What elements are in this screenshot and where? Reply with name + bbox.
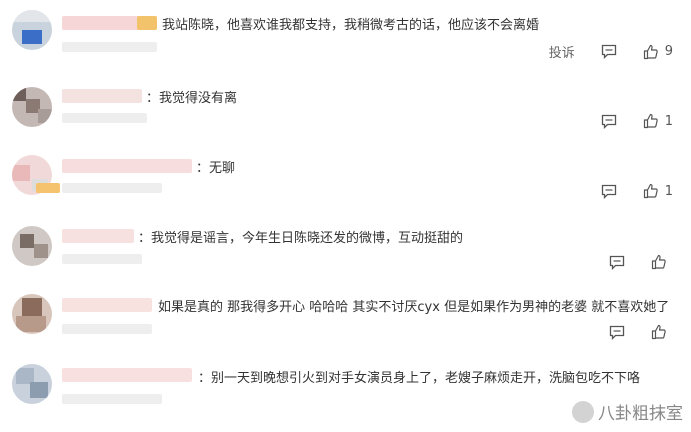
username-blurred[interactable]	[62, 229, 134, 243]
comment-icon	[609, 325, 625, 340]
reply-button[interactable]	[601, 184, 617, 199]
thumbs-up-icon	[643, 44, 658, 59]
comment-icon	[609, 255, 625, 270]
reply-button[interactable]	[609, 325, 625, 340]
reply-button[interactable]	[601, 114, 617, 129]
watermark: 八卦粗抹室	[572, 399, 683, 424]
comment-text: 如果是真的 那我得多开心 哈哈哈 其实不讨厌cyx 但是如果作为男神的老婆 就不…	[158, 300, 670, 315]
username-blurred[interactable]	[62, 368, 192, 382]
comment-icon	[601, 44, 616, 59]
avatar[interactable]	[12, 10, 52, 50]
comment-text: ：我觉得没有离	[146, 91, 238, 106]
like-button[interactable]: 1	[643, 183, 673, 199]
like-count: 9	[664, 44, 673, 59]
meta-blurred	[62, 394, 162, 404]
reply-button[interactable]	[609, 255, 625, 270]
meta-blurred	[62, 183, 162, 193]
reply-button[interactable]	[601, 44, 617, 59]
avatar[interactable]	[12, 364, 52, 404]
comment-text: 我站陈晓，他喜欢谁我都支持，我稍微考古的话，他应该不会离婚	[162, 18, 540, 33]
watermark-text: 八卦粗抹室	[598, 404, 683, 424]
meta-blurred	[62, 113, 147, 123]
meta-blurred	[62, 42, 157, 52]
report-button[interactable]: 投诉	[549, 42, 575, 61]
comment-text: ：别一天到晚想引火到对手女演员身上了，老嫂子麻烦走开，洗脑包吃不下咯	[198, 371, 641, 386]
avatar[interactable]	[12, 87, 52, 127]
thumbs-up-icon	[651, 254, 666, 270]
comment-text: ：我觉得是谣言，今年生日陈晓还发的微博，互动挺甜的	[138, 231, 464, 246]
comment-item: ：我觉得是谣言，今年生日陈晓还发的微博，互动挺甜的	[0, 220, 691, 280]
comment-icon	[601, 114, 616, 129]
badge-blurred	[137, 16, 157, 30]
comment-item: 我站陈晓，他喜欢谁我都支持，我稍微考古的话，他应该不会离婚 投诉 9	[0, 8, 691, 70]
comment-text: ：无聊	[196, 161, 236, 176]
username-blurred[interactable]	[62, 298, 152, 312]
username-blurred[interactable]	[62, 159, 192, 173]
like-button[interactable]	[651, 324, 673, 340]
like-button[interactable]: 9	[643, 44, 673, 60]
thumbs-up-icon	[643, 183, 658, 199]
username-blurred[interactable]	[62, 89, 142, 103]
like-button[interactable]: 1	[643, 113, 673, 129]
comment-item: ：无聊 1	[0, 150, 691, 210]
avatar[interactable]	[12, 294, 52, 334]
watermark-logo-icon	[572, 400, 594, 423]
comment-item: ：我觉得没有离 1	[0, 82, 691, 142]
avatar[interactable]	[12, 226, 52, 266]
like-count: 1	[664, 113, 673, 129]
thumbs-up-icon	[651, 324, 666, 340]
meta-blurred	[62, 254, 142, 264]
meta-blurred	[62, 324, 152, 334]
like-button[interactable]	[651, 254, 673, 270]
like-count: 1	[664, 183, 673, 199]
comment-icon	[601, 184, 616, 199]
comment-item: 如果是真的 那我得多开心 哈哈哈 其实不讨厌cyx 但是如果作为男神的老婆 就不…	[0, 288, 691, 350]
thumbs-up-icon	[643, 113, 658, 129]
badge-blurred	[36, 183, 60, 193]
